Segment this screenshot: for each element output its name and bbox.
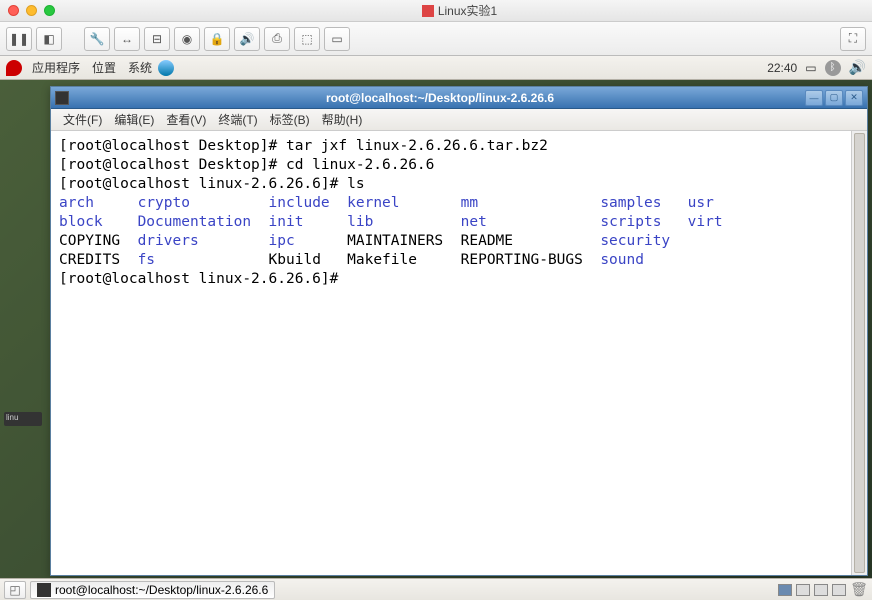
battery-icon[interactable]: ▭: [805, 61, 816, 75]
redhat-icon: [6, 60, 22, 76]
terminal-scrollbar[interactable]: [851, 131, 867, 575]
mac-window-title: Linux实验1: [55, 2, 864, 19]
snapshot-vm-button[interactable]: ◧: [36, 27, 62, 51]
menu-view[interactable]: 查看(V): [160, 111, 212, 128]
applications-menu[interactable]: 应用程序: [26, 59, 86, 76]
workspace-1[interactable]: [778, 584, 792, 596]
workspace-2[interactable]: [796, 584, 810, 596]
traffic-lights: [8, 5, 55, 16]
gnome-bottom-panel: ◰ root@localhost:~/Desktop/linux-2.6.26.…: [0, 578, 872, 600]
disk-icon[interactable]: ⊟: [144, 27, 170, 51]
desktop: linu root@localhost:~/Desktop/linux-2.6.…: [0, 80, 872, 578]
show-desktop-button[interactable]: ◰: [4, 581, 26, 599]
mac-titlebar: Linux实验1: [0, 0, 872, 22]
vm-file-icon: [422, 5, 434, 17]
menu-file[interactable]: 文件(F): [57, 111, 108, 128]
volume-icon[interactable]: 🔊: [849, 59, 866, 76]
pause-vm-button[interactable]: ❚❚: [6, 27, 32, 51]
taskbar-item-label: root@localhost:~/Desktop/linux-2.6.26.6: [55, 583, 268, 597]
usb-icon[interactable]: ⬚: [294, 27, 320, 51]
system-menu[interactable]: 系统: [122, 59, 158, 76]
workspace-3[interactable]: [814, 584, 828, 596]
mac-title-text: Linux实验1: [438, 2, 497, 19]
browser-launcher-icon[interactable]: [158, 60, 174, 76]
fullscreen-button[interactable]: ⛶: [840, 27, 866, 51]
terminal-menubar: 文件(F) 编辑(E) 查看(V) 终端(T) 标签(B) 帮助(H): [51, 109, 867, 131]
terminal-titlebar[interactable]: root@localhost:~/Desktop/linux-2.6.26.6 …: [51, 87, 867, 109]
menu-edit[interactable]: 编辑(E): [108, 111, 160, 128]
terminal-body[interactable]: [root@localhost Desktop]# tar jxf linux-…: [51, 131, 867, 575]
network-icon[interactable]: ↔: [114, 27, 140, 51]
bluetooth-icon[interactable]: ᛒ: [825, 60, 841, 76]
terminal-title: root@localhost:~/Desktop/linux-2.6.26.6: [75, 91, 805, 105]
terminal-icon: [55, 91, 69, 105]
display-icon[interactable]: ▭: [324, 27, 350, 51]
trash-icon[interactable]: 🗑: [850, 581, 868, 599]
settings-icon[interactable]: 🔧: [84, 27, 110, 51]
terminal-output[interactable]: [root@localhost Desktop]# tar jxf linux-…: [51, 131, 867, 295]
menu-tabs[interactable]: 标签(B): [264, 111, 316, 128]
sound-icon[interactable]: 🔊: [234, 27, 260, 51]
terminal-window: root@localhost:~/Desktop/linux-2.6.26.6 …: [50, 86, 868, 576]
zoom-window-button[interactable]: [44, 5, 55, 16]
taskbar-terminal-item[interactable]: root@localhost:~/Desktop/linux-2.6.26.6: [30, 581, 275, 599]
menu-help[interactable]: 帮助(H): [316, 111, 369, 128]
printer-icon[interactable]: ⎙: [264, 27, 290, 51]
menu-terminal[interactable]: 终端(T): [212, 111, 263, 128]
close-button[interactable]: ✕: [845, 90, 863, 106]
places-menu[interactable]: 位置: [86, 59, 122, 76]
maximize-button[interactable]: ▢: [825, 90, 843, 106]
minimize-button[interactable]: —: [805, 90, 823, 106]
workspace-4[interactable]: [832, 584, 846, 596]
close-window-button[interactable]: [8, 5, 19, 16]
vm-toolbar: ❚❚ ◧ 🔧 ↔ ⊟ ◉ 🔒 🔊 ⎙ ⬚ ▭ ⛶: [0, 22, 872, 56]
terminal-icon: [37, 583, 51, 597]
gnome-top-panel: 应用程序 位置 系统 22:40 ▭ ᛒ 🔊: [0, 56, 872, 80]
cdrom-icon[interactable]: ◉: [174, 27, 200, 51]
lock-icon[interactable]: 🔒: [204, 27, 230, 51]
minimized-window-thumb[interactable]: linu: [4, 412, 42, 426]
clock[interactable]: 22:40: [767, 61, 797, 75]
minimize-window-button[interactable]: [26, 5, 37, 16]
scrollbar-thumb[interactable]: [854, 133, 865, 573]
